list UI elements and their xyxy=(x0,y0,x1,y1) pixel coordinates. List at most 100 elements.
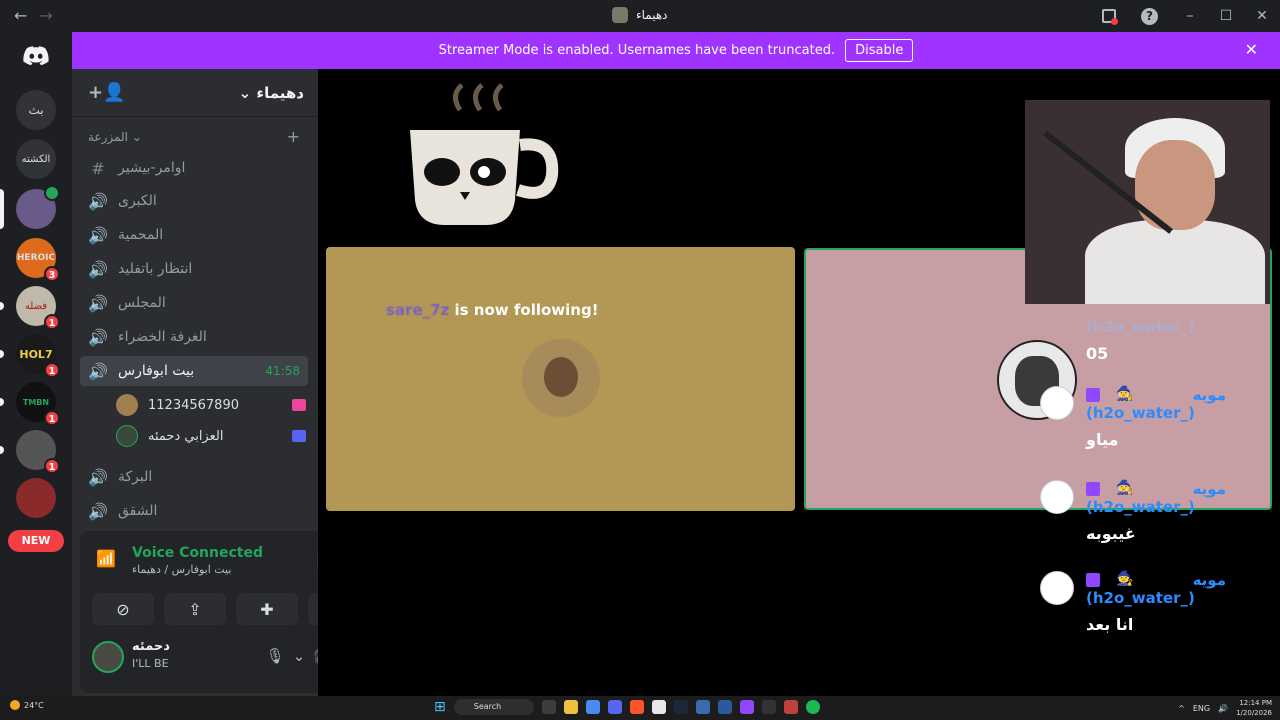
follower-name: sare_7z xyxy=(386,301,450,319)
channel-baraka[interactable]: 🔊 البركة xyxy=(80,462,308,492)
server-dhemaa[interactable] xyxy=(0,185,60,229)
follower-avatar xyxy=(522,339,600,417)
voice-activity-icon xyxy=(44,185,60,201)
clock-time: 12:14 PM xyxy=(1239,699,1272,707)
new-unreads-pill[interactable]: NEW xyxy=(8,530,64,552)
activity-icon xyxy=(292,430,306,442)
avatar xyxy=(116,425,138,447)
chat-text: غيبوبه xyxy=(1086,524,1136,543)
server-partial[interactable] xyxy=(16,478,56,518)
app-icon[interactable] xyxy=(783,700,798,714)
app-icon[interactable] xyxy=(717,700,732,714)
spotify-icon[interactable] xyxy=(805,700,820,714)
channel-waiting[interactable]: 🔊 انتظار باتفليد xyxy=(80,254,308,284)
signal-icon[interactable]: 📶 xyxy=(96,549,116,568)
voice-connected-label[interactable]: Voice Connected xyxy=(132,545,263,561)
server-kashta[interactable]: الكشته xyxy=(16,139,56,179)
category-label: المزرعة xyxy=(88,130,128,144)
category-header[interactable]: المزرعة ⌄ xyxy=(88,130,142,144)
voice-user[interactable]: العزابي دحمئه xyxy=(116,422,306,450)
clock[interactable]: 12:14 PM 1/20/2026 xyxy=(1236,698,1272,718)
forward-icon[interactable]: → xyxy=(39,6,52,25)
discord-icon[interactable] xyxy=(607,700,622,714)
avatar[interactable] xyxy=(92,641,124,673)
channel-majlis[interactable]: 🔊 المجلس xyxy=(80,288,308,318)
folder-icon[interactable] xyxy=(563,700,578,714)
stream-tile-alert[interactable]: sare_7z is now following! xyxy=(326,247,795,511)
windows-start-icon[interactable]: ⊞ xyxy=(434,699,446,715)
chat-text: انا بعد xyxy=(1086,615,1134,634)
app-icon[interactable] xyxy=(651,700,666,714)
channel-kubra[interactable]: 🔊 الكبرى xyxy=(80,186,308,216)
system-tray: ^ ENG 🔊 12:14 PM 1/20/2026 xyxy=(1178,698,1272,718)
user-name[interactable]: دحمئه xyxy=(132,639,170,654)
window-title: دهيماء xyxy=(612,7,668,23)
close-button[interactable]: ✕ xyxy=(1244,8,1280,24)
help-icon[interactable]: ? xyxy=(1141,7,1158,25)
server-name: دهيماء ⌄ xyxy=(238,83,304,102)
steam-icon[interactable] xyxy=(673,700,688,714)
twitch-icon[interactable] xyxy=(739,700,754,714)
channel-green-room[interactable]: 🔊 الغرفة الخضراء xyxy=(80,322,308,352)
channel-mahmiya[interactable]: 🔊 المحمية xyxy=(80,220,308,250)
server-label: بث xyxy=(28,103,44,117)
brave-icon[interactable] xyxy=(629,700,644,714)
maximize-button[interactable]: ☐ xyxy=(1208,8,1244,24)
channel-label: الكبرى xyxy=(118,193,157,209)
close-icon[interactable]: ✕ xyxy=(1245,40,1258,59)
camera-off-button[interactable]: ⊘ xyxy=(92,593,154,625)
voice-user-name: العزابي دحمئه xyxy=(148,428,224,444)
clock-date: 1/20/2026 xyxy=(1236,709,1272,717)
voice-location[interactable]: بيت ابوفارس / دهيماء xyxy=(132,563,231,576)
minimize-button[interactable]: – xyxy=(1172,8,1208,24)
taskview-icon[interactable] xyxy=(541,700,556,714)
chat-handle: (h2o_water_) xyxy=(1086,589,1195,607)
server-tmbn[interactable]: TMBN 1 xyxy=(0,382,60,426)
discord-logo-icon[interactable] xyxy=(16,36,56,76)
chatter-avatar xyxy=(1040,571,1074,605)
channel-label: اوامر-بيشير xyxy=(118,160,186,176)
voice-channel-icon: 🔊 xyxy=(88,191,108,211)
channel-awamer[interactable]: # اوامر-بيشير xyxy=(80,153,308,183)
voice-channel-icon: 🔊 xyxy=(88,225,108,245)
app-icon[interactable] xyxy=(695,700,710,714)
server-fadla[interactable]: فضله 1 xyxy=(0,286,60,330)
chevron-down-icon[interactable]: ⌄ xyxy=(293,647,306,665)
server-label: HOL7 xyxy=(19,347,53,361)
volume-icon[interactable]: 🔊 xyxy=(1218,704,1228,713)
activities-button[interactable]: ✚ xyxy=(236,593,298,625)
language-indicator[interactable]: ENG xyxy=(1193,704,1210,713)
voice-channel-icon: 🔊 xyxy=(88,501,108,521)
screen-share-button[interactable]: ⇪ xyxy=(164,593,226,625)
channel-label: المحمية xyxy=(118,227,164,243)
mic-icon[interactable]: 🎙 xyxy=(266,647,285,665)
create-channel-icon[interactable]: + xyxy=(287,127,300,146)
chrome-icon[interactable] xyxy=(585,700,600,714)
mention-badge: 1 xyxy=(44,362,60,378)
app-icon[interactable] xyxy=(761,700,776,714)
streamer-body xyxy=(1085,220,1265,304)
tray-chevron-icon[interactable]: ^ xyxy=(1178,704,1185,713)
server-label: HEROIC xyxy=(16,253,56,263)
weather-widget[interactable]: 24°C xyxy=(10,700,44,710)
server-bth[interactable]: بث xyxy=(16,90,56,130)
server-hol7[interactable]: HOL7 1 xyxy=(0,334,60,378)
channel-shuqaq[interactable]: 🔊 الشقق xyxy=(80,496,308,526)
banner-text: Streamer Mode is enabled. Usernames have… xyxy=(438,43,836,58)
invite-people-icon[interactable]: 👤+ xyxy=(88,82,126,103)
channel-sidebar: دهيماء ⌄ 👤+ المزرعة ⌄ + # اوامر-بيشير 🔊 ال… xyxy=(72,69,378,696)
avatar xyxy=(116,394,138,416)
webcam-overlay xyxy=(1025,100,1270,304)
back-icon[interactable]: ← xyxy=(14,6,27,25)
chat-handle: (h2o_water_) xyxy=(1086,498,1195,516)
server-header[interactable]: دهيماء ⌄ 👤+ xyxy=(72,69,318,117)
inbox-icon[interactable] xyxy=(1102,9,1118,25)
voice-user[interactable]: 11234567890 xyxy=(116,391,306,419)
server-avatar[interactable]: 1 xyxy=(0,430,60,474)
channel-bait-abufaris[interactable]: 🔊 بيت ابوفارس 41:58 xyxy=(80,356,308,386)
mention-badge: 1 xyxy=(44,314,60,330)
disable-button[interactable]: Disable xyxy=(845,39,914,62)
unread-indicator xyxy=(0,350,4,358)
server-heroic[interactable]: HEROIC 3 xyxy=(16,238,60,282)
search-box[interactable]: Search xyxy=(453,699,534,715)
